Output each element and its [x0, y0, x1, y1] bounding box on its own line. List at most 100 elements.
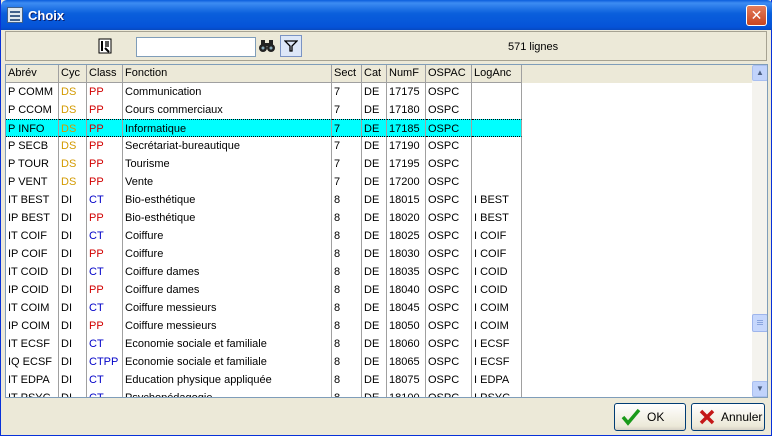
- cell-cyc: DI: [59, 245, 87, 263]
- cell-abrev: P CCOM: [6, 101, 59, 119]
- table-row[interactable]: IT EDPA DI CT Education physique appliquée 8…: [6, 371, 522, 389]
- table-row[interactable]: IT COIF DI CT Coiffure 8 DE 18025 OSPC I COIF: [6, 227, 522, 245]
- cell-numf: 18065: [387, 353, 426, 371]
- col-header-sect[interactable]: Sect: [332, 65, 362, 83]
- table-row[interactable]: IT BEST DI CT Bio-esthétique 8 DE 18015 OSPC I B…: [6, 191, 522, 209]
- cell-numf: 18020: [387, 209, 426, 227]
- cell-loganc: [472, 83, 522, 101]
- scrollbar-thumb[interactable]: [752, 314, 767, 332]
- cell-ospac: OSPC: [426, 371, 472, 389]
- cell-cyc: DI: [59, 281, 87, 299]
- cell-class: CT: [87, 389, 123, 397]
- col-header-fonction[interactable]: Fonction: [123, 65, 332, 83]
- cell-loganc: I COIF: [472, 227, 522, 245]
- cell-cat: DE: [362, 317, 387, 335]
- table-row[interactable]: P CCOM DS PP Cours commerciaux 7 DE 17180 OSPC: [6, 101, 522, 119]
- cell-ospac: OSPC: [426, 227, 472, 245]
- filter-button[interactable]: [280, 35, 302, 57]
- scroll-down-icon[interactable]: ▼: [752, 381, 767, 397]
- table-row[interactable]: IP COID DI PP Coiffure dames 8 DE 18040 OSPC I C…: [6, 281, 522, 299]
- cell-ospac: OSPC: [426, 83, 472, 101]
- search-input[interactable]: [136, 37, 256, 57]
- cell-abrev: IT BEST: [6, 191, 59, 209]
- table-row[interactable]: IT COIM DI CT Coiffure messieurs 8 DE 18045 OSP…: [6, 299, 522, 317]
- cell-numf: 17175: [387, 83, 426, 101]
- table-row[interactable]: P SECB DS PP Secrétariat-bureautique 7 DE 1719…: [6, 137, 522, 155]
- grid-header: Abrév Cyc Class Fonction Sect Cat NumF O…: [6, 65, 752, 83]
- table-row[interactable]: IP BEST DI PP Bio-esthétique 8 DE 18020 OSPC I B…: [6, 209, 522, 227]
- ok-button[interactable]: OK: [614, 403, 686, 431]
- cell-numf: 17190: [387, 137, 426, 155]
- cell-class: PP: [87, 317, 123, 335]
- cell-abrev: IP COIF: [6, 245, 59, 263]
- table-row[interactable]: IT PSYC DI CT Psychopédagogie 8 DE 18100 OSPC I …: [6, 389, 522, 397]
- cell-abrev: IT COIF: [6, 227, 59, 245]
- cell-fonction: Informatique: [123, 119, 332, 137]
- cell-loganc: I COIM: [472, 299, 522, 317]
- cell-class: CT: [87, 263, 123, 281]
- close-button[interactable]: ✕: [746, 5, 767, 26]
- window-title: Choix: [28, 8, 65, 23]
- table-row[interactable]: IQ ECSF DI CTPP Economie sociale et familia…: [6, 353, 522, 371]
- cell-numf: 18075: [387, 371, 426, 389]
- table-row[interactable]: IP COIM DI PP Coiffure messieurs 8 DE 18050 OSP…: [6, 317, 522, 335]
- cell-numf: 18060: [387, 335, 426, 353]
- cell-numf: 17200: [387, 173, 426, 191]
- cell-cat: DE: [362, 245, 387, 263]
- cell-cyc: DS: [59, 137, 87, 155]
- title-bar[interactable]: Choix ✕: [1, 0, 772, 30]
- cell-cyc: DI: [59, 209, 87, 227]
- cell-cyc: DI: [59, 299, 87, 317]
- cell-class: CT: [87, 335, 123, 353]
- cell-abrev: IT EDPA: [6, 371, 59, 389]
- cell-fonction: Bio-esthétique: [123, 209, 332, 227]
- cell-cat: DE: [362, 209, 387, 227]
- col-header-cat[interactable]: Cat: [362, 65, 387, 83]
- table-row[interactable]: P INFO DS PP Informatique 7 DE 17185 OSPC: [6, 119, 522, 137]
- cell-loganc: I PSYC: [472, 389, 522, 397]
- cell-numf: 17180: [387, 101, 426, 119]
- col-header-numf[interactable]: NumF: [387, 65, 426, 83]
- cell-numf: 18025: [387, 227, 426, 245]
- cell-fonction: Coiffure: [123, 227, 332, 245]
- col-header-class[interactable]: Class: [87, 65, 123, 83]
- cell-cat: DE: [362, 173, 387, 191]
- cell-class: CT: [87, 191, 123, 209]
- vertical-scrollbar[interactable]: ▲ ▼: [752, 65, 767, 397]
- cancel-button[interactable]: Annuler: [691, 403, 765, 431]
- scroll-up-icon[interactable]: ▲: [752, 65, 767, 81]
- cell-numf: 17185: [387, 119, 426, 137]
- cell-fonction: Coiffure dames: [123, 281, 332, 299]
- table-row[interactable]: P COMM DS PP Communication 7 DE 17175 OSPC: [6, 83, 522, 101]
- results-grid[interactable]: Abrév Cyc Class Fonction Sect Cat NumF O…: [5, 64, 768, 398]
- col-header-abrev[interactable]: Abrév: [6, 65, 59, 83]
- cell-fonction: Communication: [123, 83, 332, 101]
- cell-abrev: P INFO: [6, 119, 59, 137]
- table-row[interactable]: P TOUR DS PP Tourisme 7 DE 17195 OSPC: [6, 155, 522, 173]
- column-chooser-button[interactable]: [94, 35, 116, 57]
- cell-cat: DE: [362, 155, 387, 173]
- cell-abrev: IT COID: [6, 263, 59, 281]
- cell-cat: DE: [362, 299, 387, 317]
- table-row[interactable]: P VENT DS PP Vente 7 DE 17200 OSPC: [6, 173, 522, 191]
- cell-class: PP: [87, 119, 123, 137]
- col-header-cyc[interactable]: Cyc: [59, 65, 87, 83]
- table-row[interactable]: IP COIF DI PP Coiffure 8 DE 18030 OSPC I COIF: [6, 245, 522, 263]
- cell-class: CT: [87, 371, 123, 389]
- col-header-ospac[interactable]: OSPAC: [426, 65, 472, 83]
- table-row[interactable]: IT ECSF DI CT Economie sociale et familiale…: [6, 335, 522, 353]
- cell-cyc: DS: [59, 101, 87, 119]
- col-header-loganc[interactable]: LogAnc: [472, 65, 522, 83]
- cell-loganc: I EDPA: [472, 371, 522, 389]
- cell-class: PP: [87, 137, 123, 155]
- cell-cyc: DS: [59, 173, 87, 191]
- cell-loganc: [472, 119, 522, 137]
- cell-class: CT: [87, 299, 123, 317]
- cell-cat: DE: [362, 281, 387, 299]
- cell-cyc: DI: [59, 317, 87, 335]
- cell-numf: 18015: [387, 191, 426, 209]
- search-button[interactable]: [256, 35, 278, 57]
- cell-cat: DE: [362, 83, 387, 101]
- cell-cyc: DS: [59, 119, 87, 137]
- table-row[interactable]: IT COID DI CT Coiffure dames 8 DE 18035 OSPC I C…: [6, 263, 522, 281]
